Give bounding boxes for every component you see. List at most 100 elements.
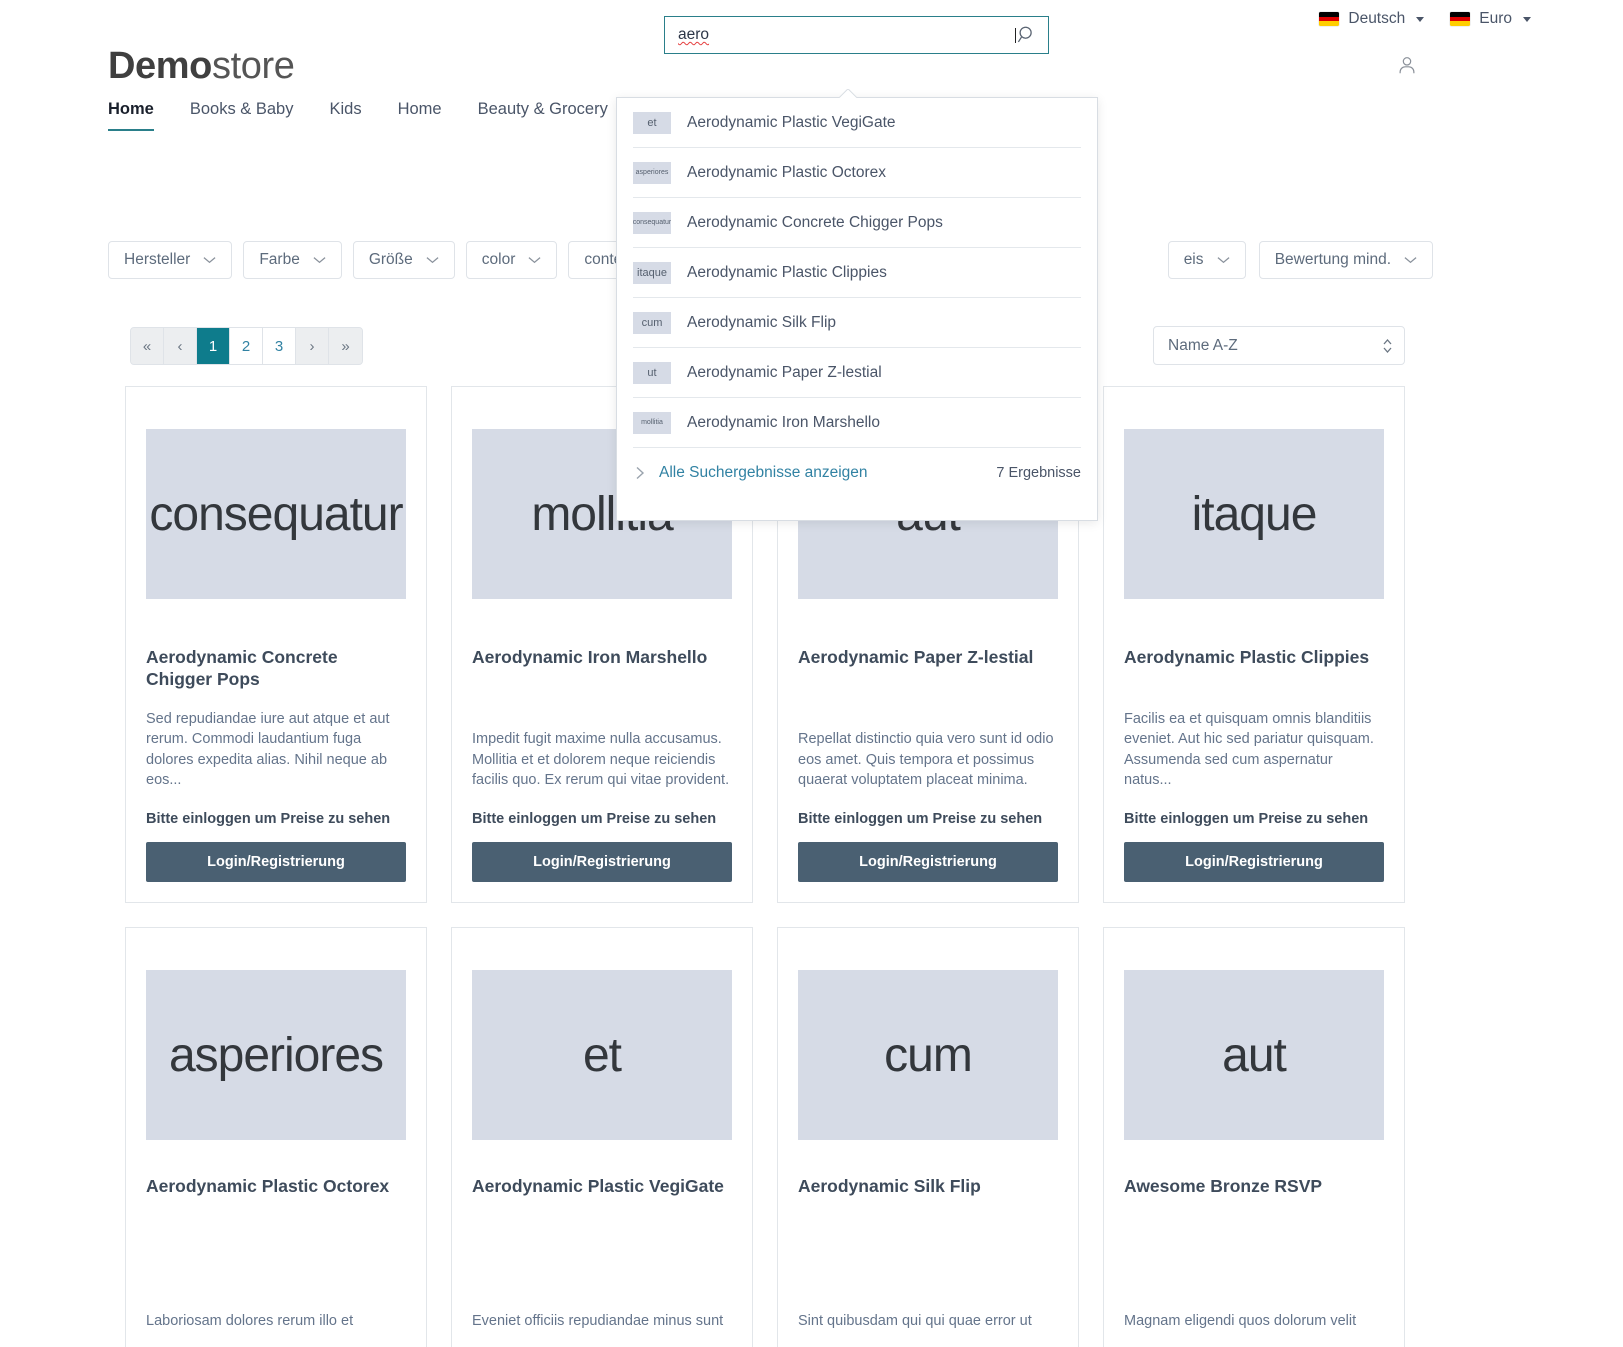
product-card[interactable]: et Aerodynamic Plastic VegiGate Eveniet … <box>451 927 753 1347</box>
suggestion-thumbnail: cum <box>633 311 671 334</box>
suggestion-item[interactable]: et Aerodynamic Plastic VegiGate <box>633 98 1081 148</box>
sort-selected-value: Name A-Z <box>1168 336 1238 354</box>
filter-color[interactable]: color <box>465 241 558 279</box>
search-input[interactable]: aero <box>664 16 1049 54</box>
product-title[interactable]: Aerodynamic Iron Marshello <box>472 647 732 669</box>
pagination-last[interactable]: » <box>329 328 362 364</box>
user-account-icon <box>1399 57 1415 74</box>
suggestion-item[interactable]: mollitia Aerodynamic Iron Marshello <box>633 398 1081 448</box>
product-card[interactable]: itaque Aerodynamic Plastic Clippies Faci… <box>1103 386 1405 903</box>
product-card[interactable]: aut Awesome Bronze RSVP Magnam eligendi … <box>1103 927 1405 1347</box>
storefront-page: Deutsch Euro Demostore aero Home Books &… <box>0 0 1623 1347</box>
product-image-text: consequatur <box>149 487 403 541</box>
nav-item-beauty-grocery[interactable]: Beauty & Grocery <box>478 100 608 129</box>
login-register-button[interactable]: Login/Registrierung <box>472 842 732 882</box>
pagination-page-3[interactable]: 3 <box>263 328 296 364</box>
nav-item-home[interactable]: Home <box>108 100 154 131</box>
suggestion-label: Aerodynamic Paper Z-lestial <box>687 363 882 381</box>
logo-regular-part: store <box>211 45 295 87</box>
language-selector[interactable]: Deutsch <box>1319 10 1425 28</box>
product-price-note: Bitte einloggen um Preise zu sehen <box>146 811 391 827</box>
chevron-down-icon <box>1404 257 1417 264</box>
pagination-page-1[interactable]: 1 <box>197 328 230 364</box>
product-title[interactable]: Aerodynamic Plastic Octorex <box>146 1176 406 1198</box>
german-flag-icon <box>1450 12 1471 26</box>
product-card[interactable]: asperiores Aerodynamic Plastic Octorex L… <box>125 927 427 1347</box>
results-count: 7 Ergebnisse <box>996 465 1081 481</box>
search-container: aero <box>664 16 1049 54</box>
suggestion-item[interactable]: itaque Aerodynamic Plastic Clippies <box>633 248 1081 298</box>
logo-bold-part: Demo <box>108 45 212 87</box>
nav-item-home-2[interactable]: Home <box>398 100 442 129</box>
product-image: consequatur <box>146 429 406 599</box>
product-description: Facilis ea et quisquam omnis blanditiis … <box>1124 710 1374 789</box>
pagination-next[interactable]: › <box>296 328 329 364</box>
product-title[interactable]: Aerodynamic Plastic VegiGate <box>472 1176 732 1198</box>
product-description: Magnam eligendi quos dolorum velit <box>1124 1313 1357 1330</box>
suggestion-item[interactable]: consequatur Aerodynamic Concrete Chigger… <box>633 198 1081 248</box>
pagination-page-2[interactable]: 2 <box>230 328 263 364</box>
sort-select[interactable]: Name A-Z <box>1153 326 1405 365</box>
suggestion-thumbnail: consequatur <box>633 211 671 234</box>
product-image-text: et <box>582 1028 622 1082</box>
suggestion-item[interactable]: cum Aerodynamic Silk Flip <box>633 298 1081 348</box>
pagination-prev[interactable]: ‹ <box>164 328 197 364</box>
spinner-arrows-icon <box>1383 338 1392 353</box>
filter-label: Farbe <box>259 251 300 268</box>
product-card[interactable]: cum Aerodynamic Silk Flip Sint quibusdam… <box>777 927 1079 1347</box>
product-image: itaque <box>1124 429 1384 599</box>
product-description: Sint quibusdam qui qui quae error ut <box>798 1313 1032 1330</box>
login-register-button[interactable]: Login/Registrierung <box>146 842 406 882</box>
product-price-note: Bitte einloggen um Preise zu sehen <box>1124 811 1369 827</box>
nav-item-kids[interactable]: Kids <box>329 100 361 129</box>
product-card[interactable]: consequatur Aerodynamic Concrete Chigger… <box>125 386 427 903</box>
sort-select-container: Name A-Z <box>1153 326 1405 365</box>
suggestion-label: Aerodynamic Plastic Octorex <box>687 163 886 181</box>
site-logo[interactable]: Demostore <box>108 30 295 102</box>
suggestion-thumbnail: asperiores <box>633 161 671 184</box>
product-price-note: Bitte einloggen um Preise zu sehen <box>472 811 717 827</box>
filter-preis[interactable]: eis <box>1167 241 1246 279</box>
product-image: asperiores <box>146 970 406 1140</box>
filter-bar-left: Hersteller Farbe Größe color content <box>108 241 678 279</box>
search-suggestions-dropdown: et Aerodynamic Plastic VegiGate asperior… <box>616 97 1098 521</box>
product-image-text: itaque <box>1191 487 1318 541</box>
pagination: « ‹ 1 2 3 › » <box>130 327 363 365</box>
suggestion-thumbnail: et <box>633 111 671 134</box>
currency-selector[interactable]: Euro <box>1450 10 1531 28</box>
suggestion-item[interactable]: ut Aerodynamic Paper Z-lestial <box>633 348 1081 398</box>
product-title[interactable]: Awesome Bronze RSVP <box>1124 1176 1384 1198</box>
filter-label: Größe <box>368 251 413 268</box>
nav-item-books-baby[interactable]: Books & Baby <box>190 100 294 129</box>
search-icon[interactable] <box>1016 24 1038 46</box>
login-register-button[interactable]: Login/Registrierung <box>798 842 1058 882</box>
filter-hersteller[interactable]: Hersteller <box>108 241 233 279</box>
filter-bewertung[interactable]: Bewertung mind. <box>1258 241 1433 279</box>
show-all-results-link[interactable]: Alle Suchergebnisse anzeigen <box>633 464 868 482</box>
filter-label: Bewertung mind. <box>1274 251 1391 268</box>
language-label: Deutsch <box>1348 10 1406 27</box>
chevron-down-icon <box>203 257 216 264</box>
german-flag-icon <box>1319 12 1340 26</box>
dropdown-pointer <box>839 89 857 98</box>
suggestion-label: Aerodynamic Silk Flip <box>687 313 837 331</box>
pagination-first[interactable]: « <box>131 328 164 364</box>
suggestion-label: Aerodynamic Plastic VegiGate <box>687 113 896 131</box>
filter-groesse[interactable]: Größe <box>352 241 455 279</box>
product-title[interactable]: Aerodynamic Plastic Clippies <box>1124 647 1384 669</box>
chevron-down-icon <box>1217 257 1230 264</box>
chevron-down-icon <box>1416 16 1425 22</box>
filter-farbe[interactable]: Farbe <box>243 241 342 279</box>
product-title[interactable]: Aerodynamic Paper Z-lestial <box>798 647 1058 669</box>
login-register-button[interactable]: Login/Registrierung <box>1124 842 1384 882</box>
filter-label: Hersteller <box>124 251 191 268</box>
suggestion-item[interactable]: asperiores Aerodynamic Plastic Octorex <box>633 148 1081 198</box>
suggestion-label: Aerodynamic Plastic Clippies <box>687 263 887 281</box>
product-title[interactable]: Aerodynamic Silk Flip <box>798 1176 1058 1198</box>
product-grid: consequatur Aerodynamic Concrete Chigger… <box>125 386 1428 1347</box>
product-title[interactable]: Aerodynamic Concrete Chigger Pops <box>146 647 406 691</box>
search-input-value: aero <box>678 26 710 43</box>
suggestion-thumbnail: ut <box>633 361 671 384</box>
suggestions-footer: Alle Suchergebnisse anzeigen 7 Ergebniss… <box>633 448 1081 498</box>
account-button[interactable] <box>1396 54 1418 81</box>
